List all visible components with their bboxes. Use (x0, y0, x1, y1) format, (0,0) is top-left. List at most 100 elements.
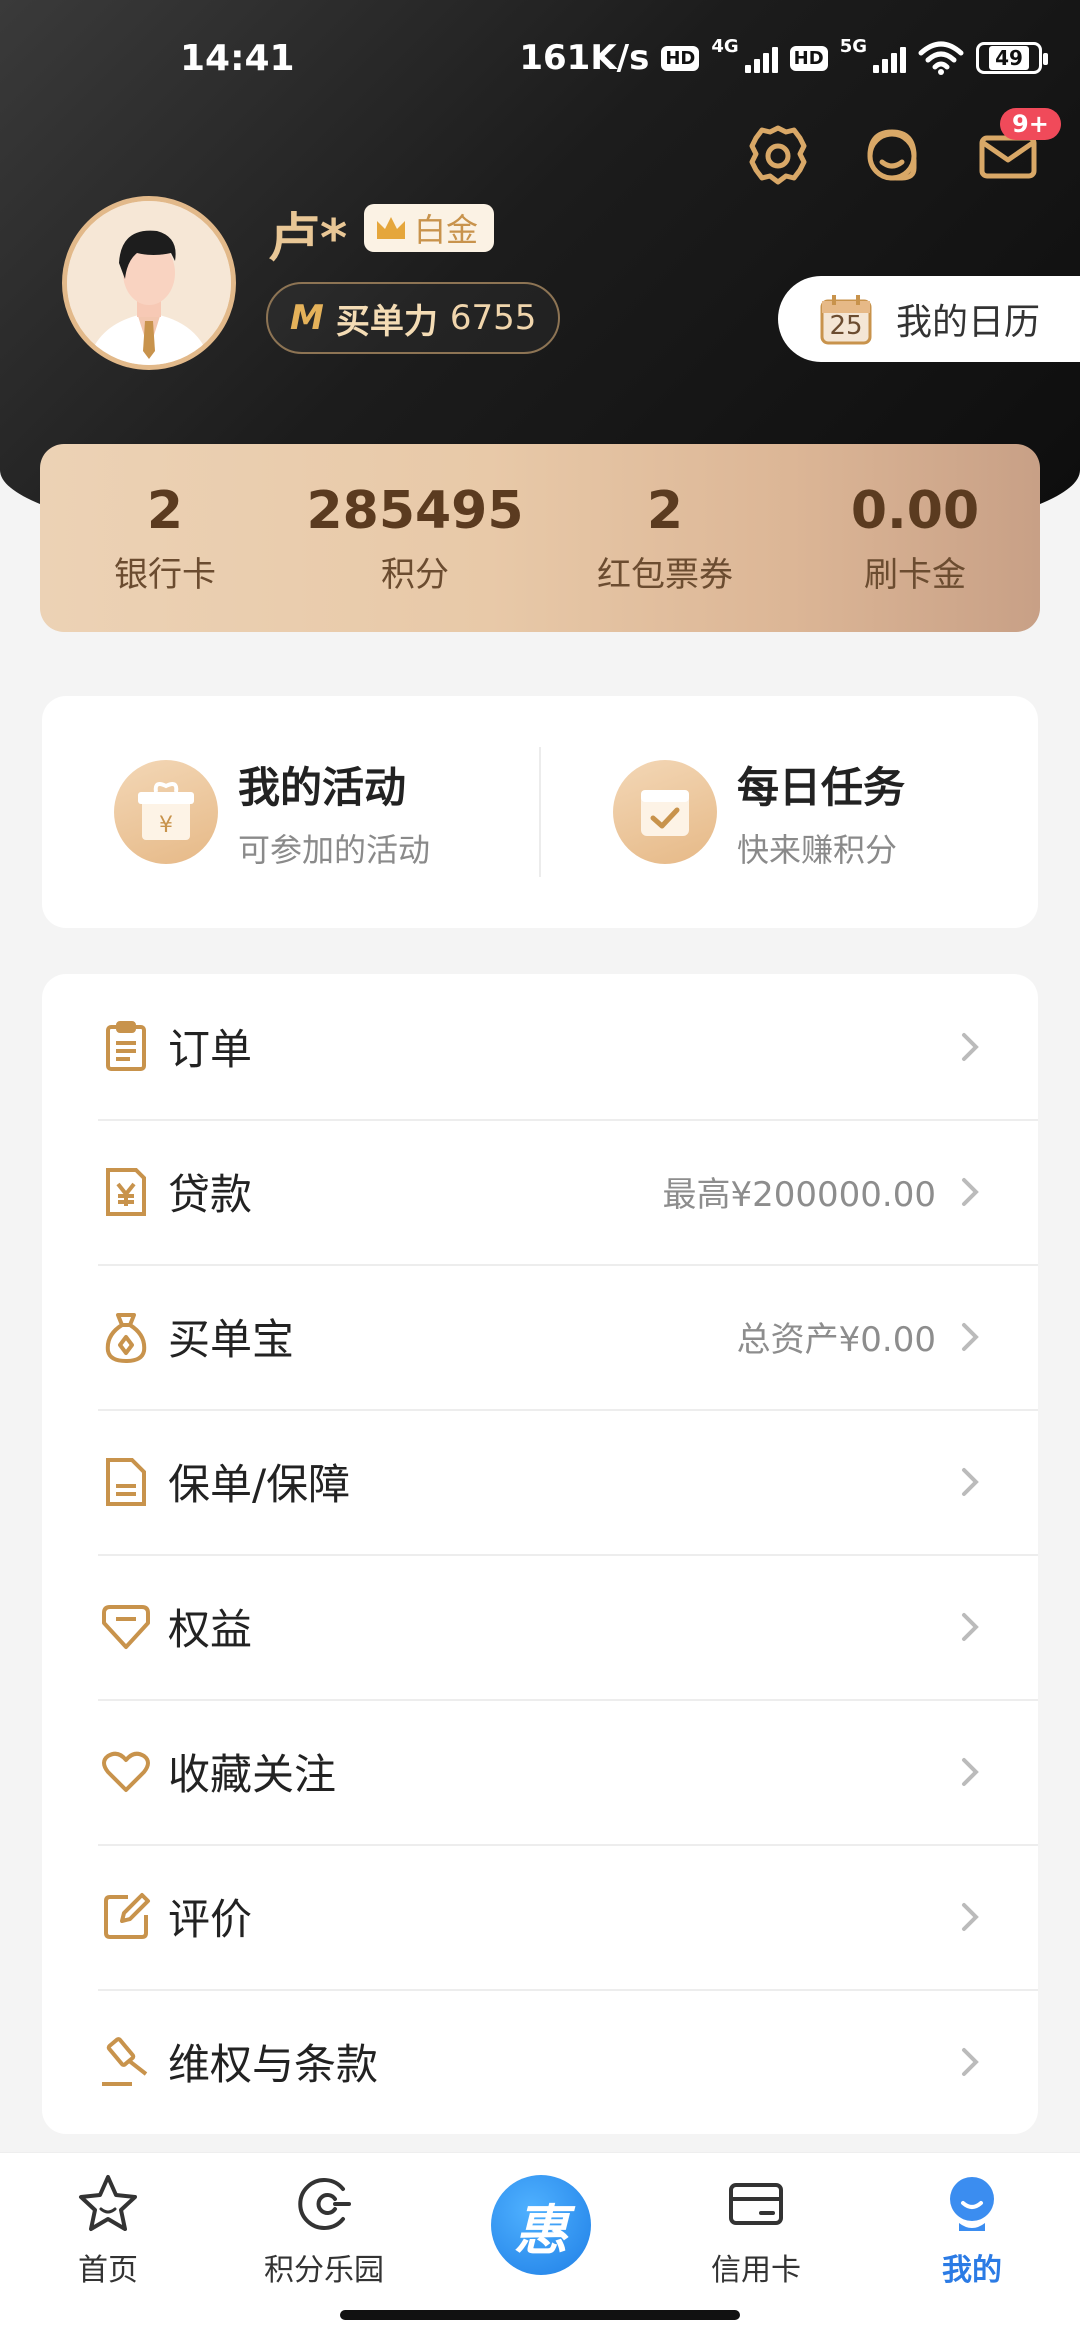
status-indicators: 161K/s HD 4G HD 5G 49 (519, 36, 1048, 78)
menu-label: 买单宝 (168, 1315, 295, 1364)
menu-label: 收藏关注 (168, 1750, 337, 1799)
customer-service-icon[interactable] (856, 120, 928, 192)
network-type: 5G (839, 36, 867, 57)
star-icon (79, 2175, 137, 2231)
stat-value: 285495 (306, 480, 524, 541)
tab-credit-card[interactable]: 信用卡 (656, 2171, 856, 2289)
hd-badge: HD (789, 45, 828, 71)
profile-icon (950, 2177, 994, 2231)
menu-label: 维权与条款 (168, 2040, 379, 2089)
purchase-power-label: 买单力 (335, 301, 438, 342)
chevron-right-icon (962, 1612, 979, 1641)
chevron-right-icon (962, 1757, 979, 1786)
chevron-right-icon (962, 1467, 979, 1496)
user-name: 卢* (268, 209, 348, 269)
menu-item-rights-terms[interactable]: 维权与条款 (42, 1989, 1038, 2134)
stat-value: 2 (146, 480, 184, 541)
gift-box-icon: ¥ (114, 760, 218, 864)
stat-points[interactable]: 285495 积分 (290, 444, 540, 632)
home-indicator[interactable] (340, 2310, 740, 2320)
purchase-power-pill[interactable]: M 买单力 6755 (266, 282, 561, 354)
menu-label: 贷款 (168, 1170, 253, 1219)
stat-bank-cards[interactable]: 2 银行卡 (40, 444, 290, 632)
menu-extra: 最高¥200000.00 (662, 1175, 937, 1215)
settings-icon[interactable] (742, 120, 814, 192)
card-icon (729, 2183, 783, 2225)
tab-home[interactable]: 首页 (8, 2171, 208, 2289)
hd-badge: HD (661, 45, 700, 71)
purchase-power-value: 6755 (449, 298, 537, 338)
menu-item-wallet[interactable]: 买单宝 总资产¥0.00 (42, 1264, 1038, 1409)
calendar-icon: 25 (818, 291, 874, 347)
menu-label: 评价 (168, 1895, 253, 1944)
heart-icon (102, 1751, 150, 1792)
m-logo-icon: M (290, 298, 324, 338)
menu-item-insurance[interactable]: 保单/保障 (42, 1409, 1038, 1554)
stat-label: 积分 (381, 554, 449, 595)
calendar-label: 我的日历 (896, 302, 1041, 343)
center-logo-button[interactable]: 惠 (491, 2175, 591, 2275)
gavel-icon (102, 2036, 148, 2086)
tab-points-park[interactable]: 积分乐园 (224, 2171, 424, 2289)
menu-item-favorites[interactable]: 收藏关注 (42, 1699, 1038, 1844)
diamond-icon (102, 1604, 150, 1649)
signal-icon (873, 43, 906, 73)
chevron-right-icon (962, 1902, 979, 1931)
stat-label: 红包票券 (597, 554, 733, 595)
status-bar: 14:41 161K/s HD 4G HD 5G 49 (0, 0, 1080, 120)
stat-value: 2 (646, 480, 684, 541)
menu-extra: 总资产¥0.00 (736, 1320, 936, 1360)
status-time: 14:41 (180, 38, 295, 79)
chevron-right-icon (962, 1177, 979, 1206)
network-speed: 161K/s (519, 38, 650, 78)
daily-tasks-entry[interactable]: 每日任务 快来赚积分 (541, 754, 1038, 871)
menu-item-benefits[interactable]: 权益 (42, 1554, 1038, 1699)
battery-level: 49 (989, 46, 1029, 70)
activity-subtitle: 快来赚积分 (737, 830, 898, 869)
menu-item-orders[interactable]: 订单 (42, 974, 1038, 1119)
tab-label: 信用卡 (711, 2253, 801, 2288)
document-icon (106, 1457, 146, 1506)
calendar-check-icon (613, 760, 717, 864)
menu-item-reviews[interactable]: 评价 (42, 1844, 1038, 1989)
menu-label: 保单/保障 (168, 1460, 351, 1509)
tab-label: 我的 (942, 2253, 1002, 2288)
svg-text:¥: ¥ (159, 813, 173, 838)
my-calendar-button[interactable]: 25 我的日历 (778, 276, 1080, 362)
chevron-right-icon (962, 2047, 979, 2076)
tier-badge[interactable]: 白金 (364, 204, 495, 252)
account-menu: 订单 贷款 最高¥200000.00 买单宝 总资产¥0.00 保单/保障 权益… (42, 974, 1038, 2134)
crown-icon (377, 217, 405, 239)
tab-label: 首页 (78, 2253, 138, 2288)
stat-label: 银行卡 (114, 554, 216, 595)
user-illustration-icon (67, 201, 231, 365)
tab-mine[interactable]: 我的 (872, 2171, 1072, 2289)
menu-item-loans[interactable]: 贷款 最高¥200000.00 (42, 1119, 1038, 1264)
avatar[interactable] (62, 196, 236, 370)
wifi-icon (918, 41, 964, 75)
clipboard-icon (106, 1020, 146, 1071)
battery-icon: 49 (976, 42, 1048, 74)
stat-card-bonus[interactable]: 0.00 刷卡金 (790, 444, 1040, 632)
stat-label: 刷卡金 (864, 554, 966, 595)
activity-title: 每日任务 (737, 762, 906, 812)
center-logo-icon: 惠 (514, 2198, 568, 2262)
menu-label: 订单 (168, 1025, 253, 1074)
tier-label: 白金 (414, 211, 479, 249)
signal-icon (744, 43, 778, 73)
tab-label: 积分乐园 (264, 2253, 384, 2288)
yuan-document-icon (106, 1167, 146, 1216)
calendar-day: 25 (829, 311, 863, 341)
edit-icon (104, 1892, 150, 1939)
chevron-right-icon (962, 1032, 979, 1061)
stat-coupons[interactable]: 2 红包票券 (540, 444, 790, 632)
menu-label: 权益 (168, 1605, 253, 1654)
money-bag-icon (105, 1312, 147, 1363)
activity-subtitle: 可参加的活动 (238, 830, 431, 869)
assets-summary-card: 2 银行卡 285495 积分 2 红包票券 0.00 刷卡金 (40, 444, 1040, 632)
activities-card: ¥ 我的活动 可参加的活动 每日任务 快来赚积分 (42, 696, 1038, 928)
my-activities-entry[interactable]: ¥ 我的活动 可参加的活动 (42, 754, 539, 871)
chevron-right-icon (962, 1322, 979, 1351)
network-type: 4G (711, 36, 739, 57)
activity-title: 我的活动 (238, 762, 407, 812)
